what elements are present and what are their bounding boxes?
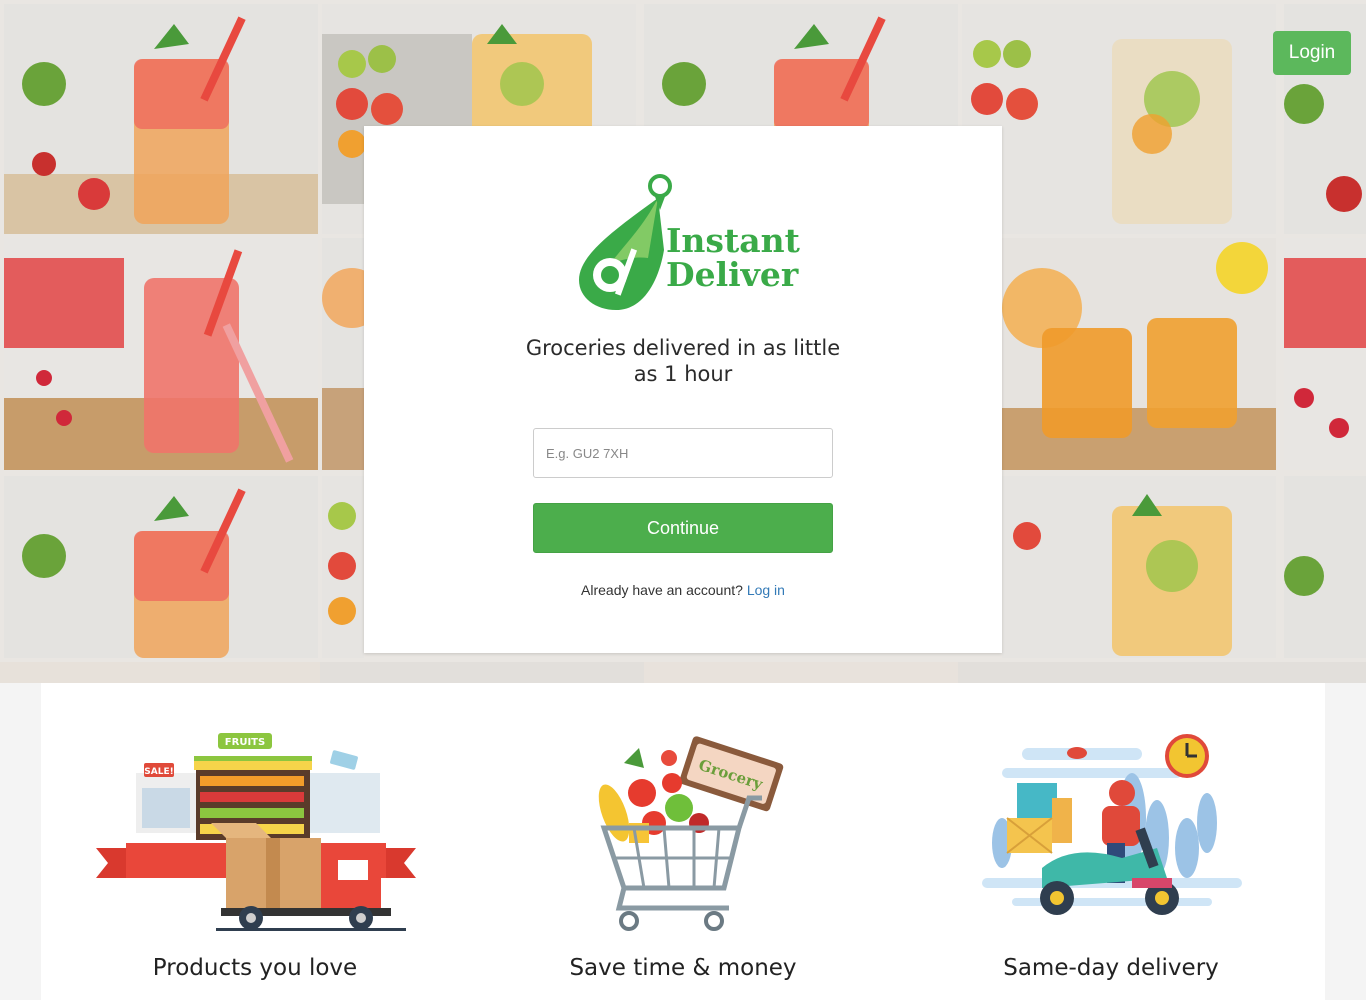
feature-products: FRUITS SALE! Products you love xyxy=(41,683,469,1000)
postcode-card: Instant Deliver Groceries delivered in a… xyxy=(364,126,1002,653)
hero-photo-tile xyxy=(322,476,364,658)
logo-wordmark-line2: Deliver xyxy=(666,255,799,294)
tagline-line2: as 1 hour xyxy=(633,362,733,386)
login-link[interactable]: Log in xyxy=(747,582,785,598)
hero-photo-tile xyxy=(4,4,318,234)
account-prompt-text: Already have an account? xyxy=(581,582,743,598)
features-section: FRUITS SALE! Products you love Grocery S… xyxy=(41,683,1325,1000)
hero-photo-tile xyxy=(1284,238,1366,470)
instant-deliver-logo: Instant Deliver xyxy=(574,170,814,315)
tagline-line1: Groceries delivered in as little xyxy=(525,336,841,360)
hero-photo-tile xyxy=(4,238,318,470)
feature-title: Save time & money xyxy=(569,955,797,981)
postcode-input[interactable] xyxy=(533,428,833,478)
feature-delivery: Same-day delivery xyxy=(897,683,1325,1000)
hero-photo-tile xyxy=(1284,476,1366,658)
hero-photo-tile xyxy=(4,476,318,658)
account-prompt: Already have an account? Log in xyxy=(483,582,883,598)
continue-button[interactable]: Continue xyxy=(533,503,833,553)
sale-sign-text: SALE! xyxy=(144,767,173,777)
login-button[interactable]: Login xyxy=(1273,31,1351,75)
hero-photo-tile xyxy=(962,4,1276,234)
tagline: Groceries delivered in as little as 1 ho… xyxy=(483,335,883,387)
feature-save: Grocery Save time & money xyxy=(469,683,897,1000)
feature-title: Same-day delivery xyxy=(1003,955,1219,981)
hero-photo-tile xyxy=(322,238,364,470)
hero-photo-tile xyxy=(1002,238,1276,470)
hero-photo-tile xyxy=(1002,476,1276,658)
fruits-sign-text: FRUITS xyxy=(225,737,265,748)
scooter-delivery-illustration xyxy=(982,728,1247,938)
grocery-store-truck-illustration: FRUITS SALE! xyxy=(96,728,416,938)
grocery-cart-illustration: Grocery xyxy=(584,728,784,938)
feature-title: Products you love xyxy=(152,955,358,981)
hero-photo-tile xyxy=(0,662,1366,683)
